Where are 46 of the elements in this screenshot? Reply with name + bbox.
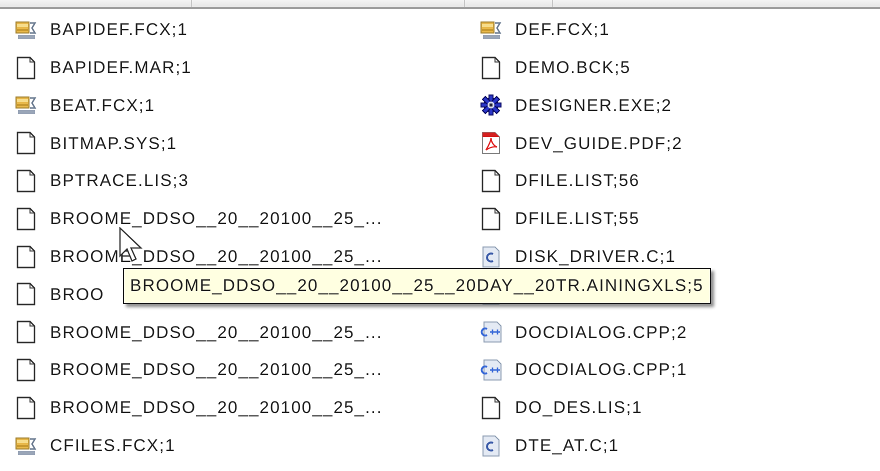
fcx-archive-icon bbox=[15, 436, 37, 456]
document-icon bbox=[16, 206, 36, 231]
document-icon bbox=[481, 206, 501, 231]
file-name[interactable]: DTE_AT.C;1 bbox=[515, 432, 620, 458]
file-name[interactable]: CFILES.FCX;1 bbox=[50, 432, 176, 458]
document-icon bbox=[16, 320, 36, 344]
file-name[interactable]: DISK_DRIVER.C;1 bbox=[515, 244, 676, 270]
file-name[interactable]: BROOME_DDSO__20__20100__25_... bbox=[50, 320, 383, 346]
cpp-source-icon bbox=[479, 320, 503, 344]
file-name[interactable]: BITMAP.SYS;1 bbox=[50, 130, 178, 156]
file-name[interactable]: BPTRACE.LIS;3 bbox=[50, 168, 190, 194]
file-name[interactable]: BAPIDEF.FCX;1 bbox=[50, 17, 188, 43]
fcx-archive-icon bbox=[480, 20, 502, 40]
file-name[interactable]: BROO bbox=[50, 282, 104, 308]
file-name[interactable]: BAPIDEF.MAR;1 bbox=[50, 54, 192, 80]
gear-icon bbox=[480, 94, 502, 116]
file-name[interactable]: DOCDIALOG.CPP;2 bbox=[515, 320, 688, 346]
tooltip: BROOME_DDSO__20__20100__25__20DAY__20TR.AININGXLS;5 bbox=[123, 268, 711, 304]
document-icon bbox=[16, 169, 36, 194]
file-name[interactable]: BEAT.FCX;1 bbox=[50, 92, 156, 118]
document-icon bbox=[16, 358, 36, 382]
file-name[interactable]: DO_DES.LIS;1 bbox=[515, 395, 643, 421]
file-name[interactable]: BROOME_DDSO__20__20100__25_... bbox=[50, 357, 383, 383]
document-icon bbox=[481, 396, 501, 420]
fcx-archive-icon bbox=[15, 20, 37, 40]
file-name[interactable]: BROOME_DDSO__20__20100__25_... bbox=[50, 395, 383, 421]
file-name[interactable]: DEV_GUIDE.PDF;2 bbox=[515, 130, 683, 156]
pdf-document-icon bbox=[481, 131, 501, 156]
c-source-icon bbox=[481, 244, 501, 269]
cpp-source-icon bbox=[479, 358, 503, 382]
document-icon bbox=[16, 282, 36, 306]
document-icon bbox=[16, 131, 36, 156]
file-name[interactable]: DOCDIALOG.CPP;1 bbox=[515, 357, 688, 383]
c-source-icon bbox=[481, 434, 501, 458]
document-icon bbox=[16, 244, 36, 269]
document-icon bbox=[481, 169, 501, 194]
file-name[interactable]: DEMO.BCK;5 bbox=[515, 54, 631, 80]
file-name[interactable]: BROOME_DDSO__20__20100__25_... bbox=[50, 206, 383, 232]
document-icon bbox=[481, 56, 501, 80]
document-icon bbox=[16, 56, 36, 80]
file-name[interactable]: DFILE.LIST;55 bbox=[515, 206, 640, 232]
file-name[interactable]: DFILE.LIST;56 bbox=[515, 168, 640, 194]
document-icon bbox=[16, 396, 36, 420]
file-name[interactable]: DESIGNER.EXE;2 bbox=[515, 92, 672, 118]
file-name[interactable]: DEF.FCX;1 bbox=[515, 17, 610, 43]
fcx-archive-icon bbox=[15, 95, 37, 116]
